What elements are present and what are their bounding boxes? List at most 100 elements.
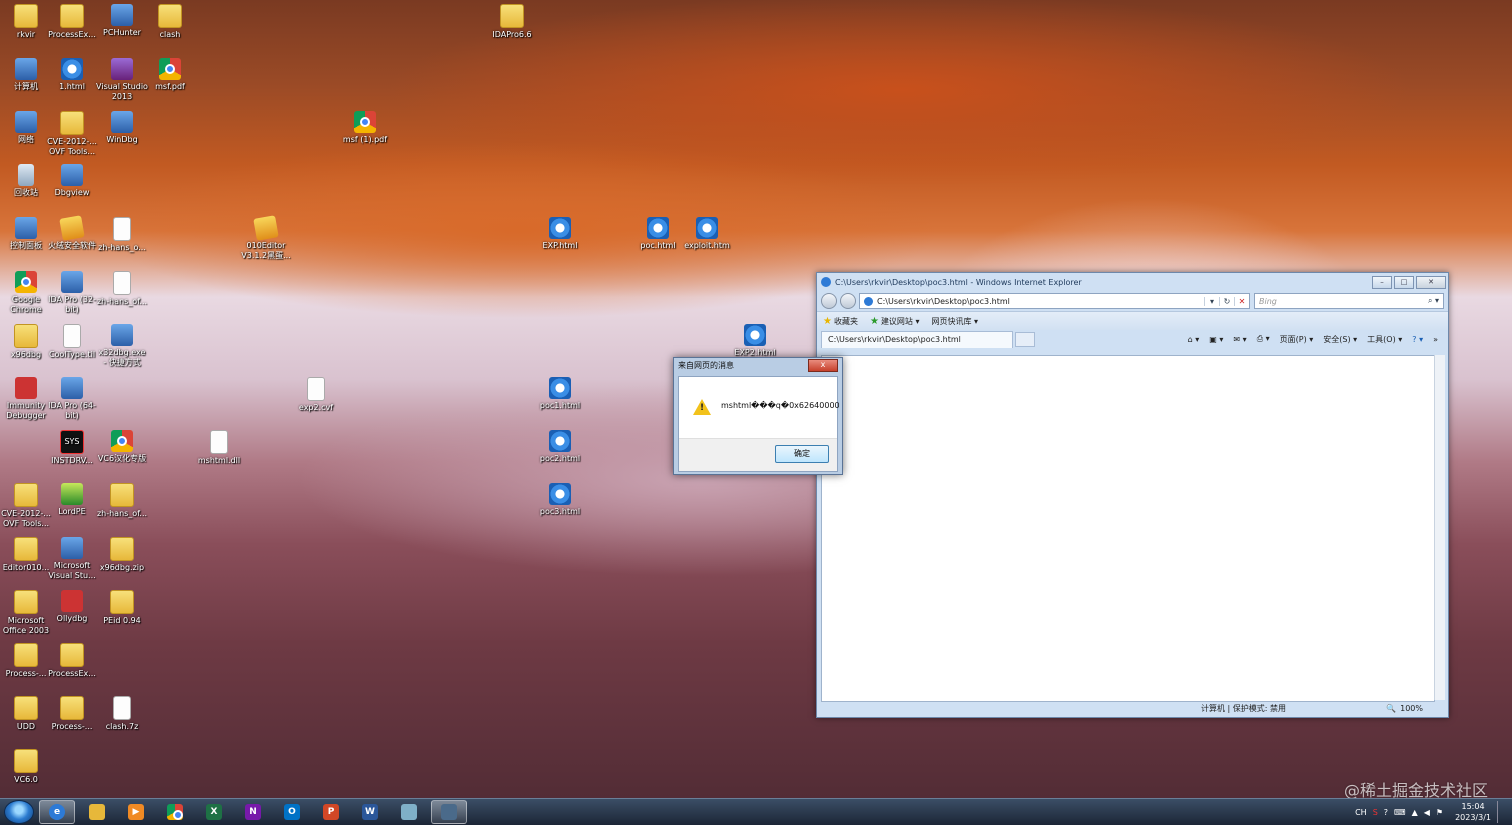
desktop-icon-instdrv[interactable]: SYS INSTDRV...	[46, 430, 98, 466]
desktop-icon-huorong[interactable]: 火绒安全软件	[46, 215, 98, 251]
ie-window[interactable]: C:\Users\rkvir\Desktop\poc3.html - Windo…	[816, 272, 1449, 718]
desktop-icon-ollydbg[interactable]: Ollydbg	[46, 590, 98, 624]
desktop-icon-exp2-cvf[interactable]: exp2.cvf	[290, 377, 342, 413]
forward-button[interactable]	[840, 293, 856, 309]
input-language[interactable]: CH	[1355, 808, 1367, 817]
vertical-scrollbar[interactable]	[1434, 355, 1445, 700]
chevron-icon[interactable]: »	[1433, 335, 1438, 344]
zoom-icon[interactable]: 🔍	[1386, 704, 1396, 713]
suggested-sites-button[interactable]: ★ 建议网站 ▾	[870, 316, 920, 327]
dialog-titlebar[interactable]: 来自网页的消息 x	[674, 358, 842, 372]
desktop-icon-processex-2[interactable]: ProcessEx...	[46, 643, 98, 679]
alert-dialog[interactable]: 来自网页的消息 x mshtml���q�0x62640000 确定	[673, 357, 843, 475]
desktop-icon-poc1-html[interactable]: poc1.html	[534, 377, 586, 411]
desktop-icon-pchunter[interactable]: PCHunter	[96, 4, 148, 38]
ok-button[interactable]: 确定	[775, 445, 829, 463]
desktop-icon-office2003[interactable]: Microsoft Office 2003	[0, 590, 52, 636]
feeds-icon[interactable]: ▣ ▾	[1209, 335, 1223, 344]
taskbar-chrome[interactable]	[158, 801, 192, 823]
taskbar-onenote[interactable]: N	[236, 801, 270, 823]
action-center-icon[interactable]: ⚑	[1436, 808, 1443, 817]
help-tray-icon[interactable]: ?	[1384, 808, 1388, 817]
desktop-icon-exploit-htm[interactable]: exploit.htm	[681, 217, 733, 251]
desktop-icon-exp-html[interactable]: EXP.html	[534, 217, 586, 251]
desktop-icon-exp2-html[interactable]: EXP2.html	[729, 324, 781, 358]
network-tray-icon[interactable]: ▲	[1412, 808, 1418, 817]
address-bar[interactable]: C:\Users\rkvir\Desktop\poc3.html ▾ ↻ ✕	[859, 293, 1250, 309]
desktop-icon-poc3-html[interactable]: poc3.html	[534, 483, 586, 517]
desktop-icon-lordpe[interactable]: LordPE	[46, 483, 98, 517]
desktop-icon-dbgview[interactable]: Dbgview	[46, 164, 98, 198]
minimize-button[interactable]: –	[1372, 275, 1392, 289]
desktop-icon-msfpdf[interactable]: msf.pdf	[144, 58, 196, 92]
desktop-icon-chrome[interactable]: Google Chrome	[0, 271, 52, 315]
page-menu[interactable]: 页面(P) ▾	[1280, 334, 1314, 345]
desktop-icon-msf1pdf[interactable]: msf (1).pdf	[339, 111, 391, 145]
desktop-icon-zh-hans-o[interactable]: zh-hans_o...	[96, 217, 148, 253]
desktop-icon-cve-ovf-2[interactable]: CVE-2012-... OVF Tools...	[0, 483, 52, 529]
desktop-icon-010editor[interactable]: 010Editor V3.1.2黑蛋...	[240, 215, 292, 261]
desktop-icon-x32dbg[interactable]: x32dbg.exe - 快捷方式	[96, 324, 148, 368]
page-content[interactable]	[821, 355, 1435, 702]
clock[interactable]: 15:04 2023/3/1	[1455, 801, 1491, 823]
desktop-icon-cve-ovf[interactable]: CVE-2012-... OVF Tools...	[46, 111, 98, 157]
taskbar-explorer[interactable]	[80, 801, 114, 823]
desktop-icon-1html[interactable]: 1.html	[46, 58, 98, 92]
desktop-icon-immunity[interactable]: Immunity Debugger	[0, 377, 52, 421]
desktop-icon-vc60[interactable]: VC6.0	[0, 749, 52, 785]
back-button[interactable]	[821, 293, 837, 309]
taskbar-debugger[interactable]	[431, 800, 467, 824]
desktop-icon-rkvir[interactable]: rkvir	[0, 4, 52, 40]
desktop-icon-ida32[interactable]: IDA Pro (32-bit)	[46, 271, 98, 315]
desktop-icon-idapro66[interactable]: IDAPro6.6	[486, 4, 538, 40]
stop-icon[interactable]: ✕	[1234, 296, 1249, 306]
desktop-icon-clash-7z[interactable]: clash.7z	[96, 696, 148, 732]
desktop-icon-recycle-bin[interactable]: 回收站	[0, 164, 52, 198]
desktop-icon-zh-hans-of[interactable]: zh-hans_of...	[96, 271, 148, 307]
start-button[interactable]	[4, 800, 34, 824]
new-tab-button[interactable]	[1015, 331, 1035, 347]
tools-menu[interactable]: 工具(O) ▾	[1367, 334, 1402, 345]
desktop-icon-network[interactable]: 网络	[0, 111, 52, 145]
close-button[interactable]: ✕	[1416, 275, 1446, 289]
search-box[interactable]: Bing ⌕ ▾	[1254, 293, 1444, 309]
desktop-icon-clash[interactable]: clash	[144, 4, 196, 40]
safety-menu[interactable]: 安全(S) ▾	[1323, 334, 1357, 345]
desktop-icon-vc6-cn[interactable]: VC6汉化专版	[96, 430, 148, 464]
taskbar-ie[interactable]: e	[39, 800, 75, 824]
desktop-icon-ida64[interactable]: IDA Pro (64-bit)	[46, 377, 98, 421]
desktop-icon-peid[interactable]: PEid 0.94	[96, 590, 148, 626]
taskbar-media-player[interactable]: ▶	[119, 801, 153, 823]
desktop-icon-windbg[interactable]: WinDbg	[96, 111, 148, 145]
desktop-icon-x96dbg[interactable]: x96dbg	[0, 324, 52, 360]
search-icon[interactable]: ⌕ ▾	[1428, 296, 1439, 306]
taskbar-excel[interactable]: X	[197, 801, 231, 823]
print-icon[interactable]: ⎙ ▾	[1257, 334, 1270, 344]
desktop-icon-computer[interactable]: 计算机	[0, 58, 52, 92]
help-icon[interactable]: ? ▾	[1412, 335, 1423, 344]
desktop-icon-editor010[interactable]: Editor010...	[0, 537, 52, 573]
desktop-icon-x96dbg-zip[interactable]: x96dbg.zip	[96, 537, 148, 573]
desktop-icon-processex[interactable]: ProcessEx...	[46, 4, 98, 40]
home-icon[interactable]: ⌂ ▾	[1188, 335, 1200, 344]
web-slices-button[interactable]: 网页快讯库 ▾	[932, 316, 979, 327]
dialog-close-button[interactable]: x	[808, 358, 838, 372]
desktop-icon-process-2[interactable]: Process-...	[46, 696, 98, 732]
taskbar-app-8[interactable]	[392, 801, 426, 823]
ie-titlebar[interactable]: C:\Users\rkvir\Desktop\poc3.html - Windo…	[817, 273, 1448, 291]
taskbar-outlook[interactable]: O	[275, 801, 309, 823]
desktop-icon-cooltype[interactable]: CoolType.til	[46, 324, 98, 360]
desktop-icon-poc-html[interactable]: poc.html	[632, 217, 684, 251]
volume-icon[interactable]: ◀	[1424, 808, 1430, 817]
desktop-icon-zh-hans-of-2[interactable]: zh-hans_of...	[96, 483, 148, 519]
mail-icon[interactable]: ✉ ▾	[1233, 335, 1246, 344]
desktop-icon-ms-vs[interactable]: Microsoft Visual Stu...	[46, 537, 98, 581]
tab-poc3[interactable]: C:\Users\rkvir\Desktop\poc3.html	[821, 330, 1013, 348]
desktop-icon-vs2013[interactable]: Visual Studio 2013	[96, 58, 148, 102]
desktop-icon-poc2-html[interactable]: poc2.html	[534, 430, 586, 464]
desktop-icon-mshtml-dll[interactable]: mshtml.dll	[193, 430, 245, 466]
address-dropdown-icon[interactable]: ▾	[1204, 296, 1219, 306]
desktop-icon-process-1[interactable]: Process-...	[0, 643, 52, 679]
ime-icon[interactable]: S	[1373, 808, 1378, 817]
desktop-icon-udd[interactable]: UDD	[0, 696, 52, 732]
